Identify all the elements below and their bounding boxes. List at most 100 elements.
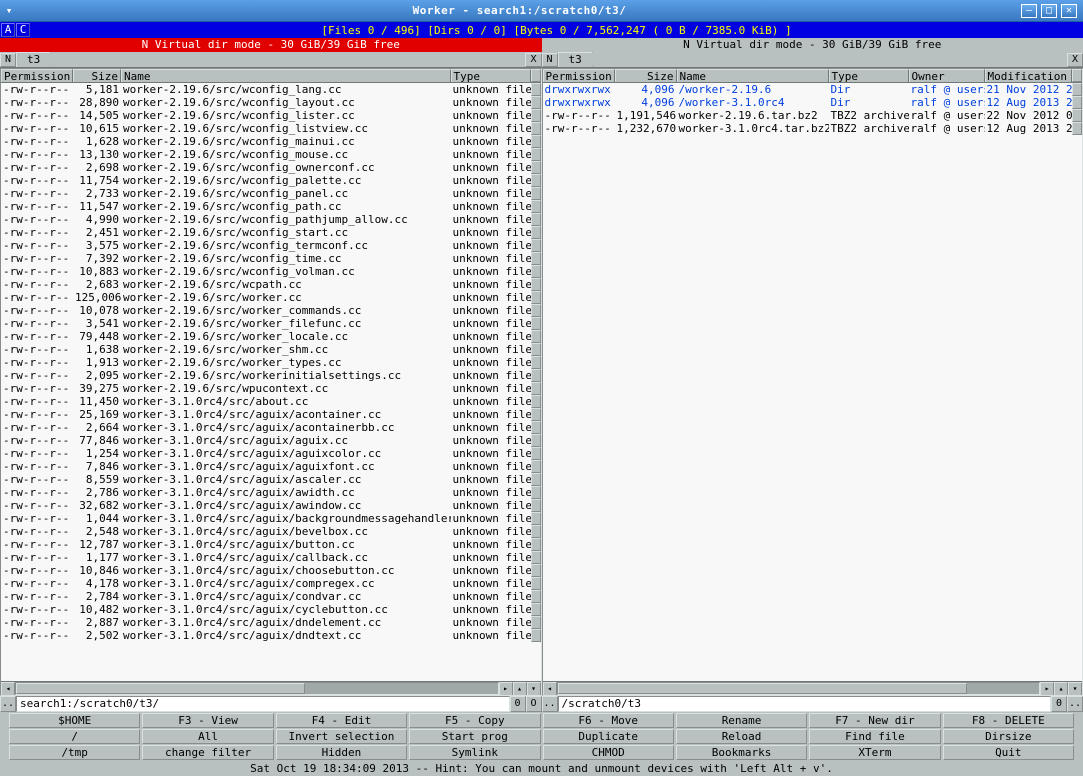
action-button[interactable]: change filter — [142, 745, 273, 760]
file-row[interactable]: -rw-r--r--32,682worker-3.1.0rc4/src/agui… — [1, 499, 541, 512]
action-button[interactable]: / — [9, 729, 140, 744]
close-button[interactable]: ✕ — [1061, 4, 1077, 18]
file-row[interactable]: -rw-r--r--11,450worker-3.1.0rc4/src/abou… — [1, 395, 541, 408]
action-button[interactable]: /tmp — [9, 745, 140, 760]
file-row[interactable]: -rw-r--r--4,990worker-2.19.6/src/wconfig… — [1, 213, 541, 226]
action-button[interactable]: All — [142, 729, 273, 744]
file-row[interactable]: drwxrwxrwx4,096/worker-2.19.6Dirralf @ u… — [543, 83, 1083, 96]
file-row[interactable]: -rw-r--r--125,006worker-2.19.6/src/worke… — [1, 291, 541, 304]
file-row[interactable]: -rw-r--r--1,177worker-3.1.0rc4/src/aguix… — [1, 551, 541, 564]
file-row[interactable]: -rw-r--r--2,784worker-3.1.0rc4/src/aguix… — [1, 590, 541, 603]
file-row[interactable]: -rw-r--r--7,392worker-2.19.6/src/wconfig… — [1, 252, 541, 265]
scroll-down-icon[interactable]: ▾ — [1068, 682, 1082, 696]
action-button[interactable]: Reload — [676, 729, 807, 744]
action-button[interactable]: Dirsize — [943, 729, 1074, 744]
file-row[interactable]: -rw-r--r--3,575worker-2.19.6/src/wconfig… — [1, 239, 541, 252]
action-button[interactable]: Symlink — [409, 745, 540, 760]
file-row[interactable]: -rw-r--r--13,130worker-2.19.6/src/wconfi… — [1, 148, 541, 161]
scroll-up-icon[interactable]: ▴ — [513, 682, 527, 696]
action-button[interactable]: Quit — [943, 745, 1074, 760]
col-name[interactable]: Name — [677, 69, 829, 82]
file-row[interactable]: -rw-r--r--25,169worker-3.1.0rc4/src/agui… — [1, 408, 541, 421]
file-row[interactable]: -rw-r--r--3,541worker-2.19.6/src/worker_… — [1, 317, 541, 330]
tab-close-left[interactable]: X — [525, 53, 541, 67]
file-row[interactable]: -rw-r--r--7,846worker-3.1.0rc4/src/aguix… — [1, 460, 541, 473]
window-menu-icon[interactable]: ▾ — [0, 0, 18, 21]
scroll-right-icon[interactable]: ▸ — [499, 682, 513, 696]
file-row[interactable]: -rw-r--r--2,095worker-2.19.6/src/workeri… — [1, 369, 541, 382]
path-input-right[interactable]: /scratch0/t3 — [558, 696, 1052, 712]
file-row[interactable]: -rw-r--r--10,615worker-2.19.6/src/wconfi… — [1, 122, 541, 135]
action-button[interactable]: Invert selection — [276, 729, 407, 744]
file-row[interactable]: -rw-r--r--2,664worker-3.1.0rc4/src/aguix… — [1, 421, 541, 434]
file-row[interactable]: -rw-r--r--10,883worker-2.19.6/src/wconfi… — [1, 265, 541, 278]
file-row[interactable]: -rw-r--r--10,482worker-3.1.0rc4/src/agui… — [1, 603, 541, 616]
path-history-left[interactable]: .. — [0, 696, 16, 712]
config-button[interactable]: C — [16, 23, 30, 37]
file-row[interactable]: -rw-r--r--12,787worker-3.1.0rc4/src/agui… — [1, 538, 541, 551]
file-row[interactable]: -rw-r--r--1,232,670worker-3.1.0rc4.tar.b… — [543, 122, 1083, 135]
file-row[interactable]: drwxrwxrwx4,096/worker-3.1.0rc4Dirralf @… — [543, 96, 1083, 109]
titlebar[interactable]: ▾ Worker - search1:/scratch0/t3/ — □ ✕ — [0, 0, 1083, 22]
action-button[interactable]: Hidden — [276, 745, 407, 760]
action-button[interactable]: $HOME — [9, 713, 140, 728]
file-row[interactable]: -rw-r--r--77,846worker-3.1.0rc4/src/agui… — [1, 434, 541, 447]
tab-new-right[interactable]: N — [542, 53, 558, 67]
action-button[interactable]: F6 - Move — [543, 713, 674, 728]
file-row[interactable]: -rw-r--r--10,078worker-2.19.6/src/worker… — [1, 304, 541, 317]
file-row[interactable]: -rw-r--r--2,683worker-2.19.6/src/wcpath.… — [1, 278, 541, 291]
tab-new-left[interactable]: N — [0, 53, 16, 67]
file-row[interactable]: -rw-r--r--39,275worker-2.19.6/src/wpucon… — [1, 382, 541, 395]
right-file-list[interactable]: drwxrwxrwx4,096/worker-2.19.6Dirralf @ u… — [543, 83, 1083, 681]
file-row[interactable]: -rw-r--r--1,638worker-2.19.6/src/worker_… — [1, 343, 541, 356]
action-button[interactable]: Bookmarks — [676, 745, 807, 760]
action-button[interactable]: F5 - Copy — [409, 713, 540, 728]
file-row[interactable]: -rw-r--r--1,044worker-3.1.0rc4/src/aguix… — [1, 512, 541, 525]
about-button[interactable]: A — [1, 23, 15, 37]
col-permission[interactable]: Permission — [1, 69, 73, 82]
file-row[interactable]: -rw-r--r--2,698worker-2.19.6/src/wconfig… — [1, 161, 541, 174]
file-row[interactable]: -rw-r--r--1,191,546worker-2.19.6.tar.bz2… — [543, 109, 1083, 122]
file-row[interactable]: -rw-r--r--1,913worker-2.19.6/src/worker_… — [1, 356, 541, 369]
action-button[interactable]: F8 - DELETE — [943, 713, 1074, 728]
file-row[interactable]: -rw-r--r--5,181worker-2.19.6/src/wconfig… — [1, 83, 541, 96]
file-row[interactable]: -rw-r--r--11,547worker-2.19.6/src/wconfi… — [1, 200, 541, 213]
path-count-left[interactable]: 0 — [510, 696, 526, 712]
file-row[interactable]: -rw-r--r--2,733worker-2.19.6/src/wconfig… — [1, 187, 541, 200]
left-file-list[interactable]: -rw-r--r--5,181worker-2.19.6/src/wconfig… — [1, 83, 541, 681]
action-button[interactable]: F7 - New dir — [809, 713, 940, 728]
path-count-right[interactable]: 0 — [1051, 696, 1067, 712]
col-size[interactable]: Size — [615, 69, 677, 82]
col-modification[interactable]: Modification ti — [985, 69, 1073, 82]
file-row[interactable]: -rw-r--r--10,846worker-3.1.0rc4/src/agui… — [1, 564, 541, 577]
action-button[interactable]: Start prog — [409, 729, 540, 744]
file-row[interactable]: -rw-r--r--14,505worker-2.19.6/src/wconfi… — [1, 109, 541, 122]
action-button[interactable]: Duplicate — [543, 729, 674, 744]
tab-left[interactable]: t3 — [16, 52, 51, 67]
tab-right[interactable]: t3 — [558, 52, 593, 67]
file-row[interactable]: -rw-r--r--1,628worker-2.19.6/src/wconfig… — [1, 135, 541, 148]
action-button[interactable]: XTerm — [809, 745, 940, 760]
action-button[interactable]: Find file — [809, 729, 940, 744]
status-left[interactable]: N Virtual dir mode - 30 GiB/39 GiB free — [0, 38, 542, 52]
file-row[interactable]: -rw-r--r--2,502worker-3.1.0rc4/src/aguix… — [1, 629, 541, 642]
action-button[interactable]: Rename — [676, 713, 807, 728]
action-button[interactable]: CHMOD — [543, 745, 674, 760]
file-row[interactable]: -rw-r--r--2,786worker-3.1.0rc4/src/aguix… — [1, 486, 541, 499]
path-input-left[interactable]: search1:/scratch0/t3/ — [16, 696, 510, 712]
scroll-left-icon[interactable]: ◂ — [1, 682, 15, 696]
file-row[interactable]: -rw-r--r--2,451worker-2.19.6/src/wconfig… — [1, 226, 541, 239]
file-row[interactable]: -rw-r--r--2,887worker-3.1.0rc4/src/aguix… — [1, 616, 541, 629]
status-right[interactable]: N Virtual dir mode - 30 GiB/39 GiB free — [542, 38, 1083, 52]
h-scrollbar-left[interactable] — [15, 682, 499, 695]
file-row[interactable]: -rw-r--r--2,548worker-3.1.0rc4/src/aguix… — [1, 525, 541, 538]
col-owner[interactable]: Owner — [909, 69, 985, 82]
path-menu-right[interactable]: .. — [1067, 696, 1083, 712]
scroll-up-icon[interactable]: ▴ — [1054, 682, 1068, 696]
path-menu-left[interactable]: O — [526, 696, 542, 712]
file-row[interactable]: -rw-r--r--11,754worker-2.19.6/src/wconfi… — [1, 174, 541, 187]
h-scrollbar-right[interactable] — [557, 682, 1041, 695]
path-history-right[interactable]: .. — [542, 696, 558, 712]
col-type[interactable]: Type — [829, 69, 909, 82]
scroll-right-icon[interactable]: ▸ — [1040, 682, 1054, 696]
